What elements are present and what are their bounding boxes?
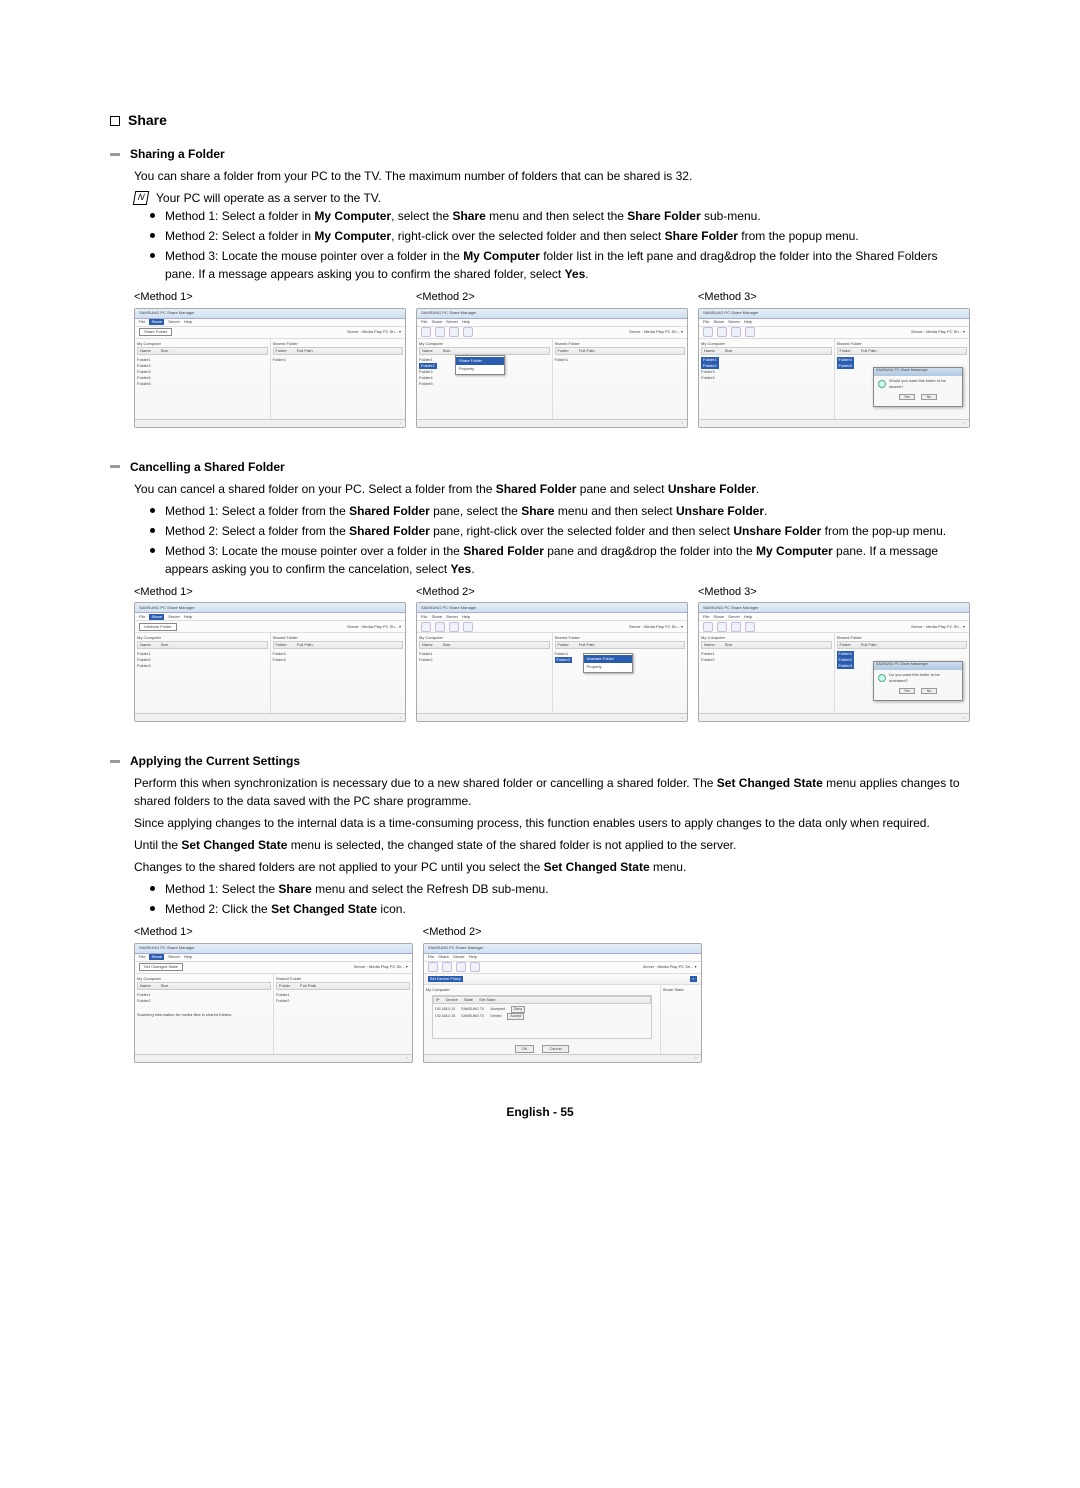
screenshot-share-m1: SAMSUNG PC Share Manager File Share Serv… <box>134 308 406 428</box>
note-icon: N <box>133 191 149 205</box>
label-method2: <Method 2> <box>423 924 702 941</box>
subhead-apply-text: Applying the Current Settings <box>130 752 300 770</box>
apply-p2: Since applying changes to the internal d… <box>134 814 970 832</box>
bullet-icon <box>150 886 155 891</box>
context-menu-share: Share Folder Property <box>455 355 505 375</box>
label-method2: <Method 2> <box>416 584 688 601</box>
screenshot-cancel-m2: SAMSUNG PC Share Manager File Share Serv… <box>416 602 688 722</box>
deny-button[interactable]: Deny <box>511 1006 525 1013</box>
apply-method1: Method 1: Select the Share menu and sele… <box>150 880 970 898</box>
no-button[interactable]: No <box>921 688 937 694</box>
bullet-icon <box>150 508 155 513</box>
apply-p1: Perform this when synchronization is nec… <box>134 774 970 810</box>
sharing-note-text: Your PC will operate as a server to the … <box>156 189 381 207</box>
square-bullet-icon <box>110 116 120 126</box>
subhead-cancel: Cancelling a Shared Folder <box>110 458 970 476</box>
cancel-button[interactable]: Cancel <box>542 1045 568 1053</box>
bullet-icon <box>150 253 155 258</box>
label-method3: <Method 3> <box>698 289 970 306</box>
label-method1: <Method 1> <box>134 584 406 601</box>
page-footer: English - 55 <box>110 1103 970 1121</box>
bar-icon <box>110 760 120 763</box>
bullet-icon <box>150 528 155 533</box>
accept-button[interactable]: Accept <box>507 1013 524 1020</box>
ok-button[interactable]: OK <box>515 1045 535 1053</box>
section-title: Share <box>128 110 167 131</box>
cancel-method1: Method 1: Select a folder from the Share… <box>150 502 970 520</box>
screenshot-share-m2: SAMSUNG PC Share Manager File Share Serv… <box>416 308 688 428</box>
cancel-intro: You can cancel a shared folder on your P… <box>134 480 970 498</box>
section-share: Share <box>110 110 970 131</box>
yes-button[interactable]: Yes <box>899 394 915 400</box>
label-method2: <Method 2> <box>416 289 688 306</box>
screenshot-cancel-m1: SAMSUNG PC Share Manager File Share Serv… <box>134 602 406 722</box>
label-method3: <Method 3> <box>698 584 970 601</box>
sharing-method2: Method 2: Select a folder in My Computer… <box>150 227 970 245</box>
sharing-screenshots: <Method 1> SAMSUNG PC Share Manager File… <box>134 289 970 428</box>
context-menu-unshare: Unshare Folder Property <box>583 653 633 673</box>
subhead-sharing-text: Sharing a Folder <box>130 145 225 163</box>
screenshot-share-m3: SAMSUNG PC Share Manager File Share Serv… <box>698 308 970 428</box>
screenshot-apply-m1: SAMSUNG PC Share Manager File Share Serv… <box>134 943 413 1063</box>
confirm-share-dialog: SAMSUNG PC Share Messenger Would you wan… <box>873 367 963 407</box>
bullet-icon <box>150 233 155 238</box>
apply-screenshots: <Method 1> SAMSUNG PC Share Manager File… <box>134 924 702 1063</box>
apply-p3: Until the Set Changed State menu is sele… <box>134 836 970 854</box>
device-table: IP Device State Set State 192.168.0.10 S… <box>432 995 652 1039</box>
yes-button[interactable]: Yes <box>899 688 915 694</box>
label-method1: <Method 1> <box>134 289 406 306</box>
bar-icon <box>110 153 120 156</box>
bullet-icon <box>150 548 155 553</box>
no-button[interactable]: No <box>921 394 937 400</box>
apply-method2: Method 2: Click the Set Changed State ic… <box>150 900 970 918</box>
sharing-method1: Method 1: Select a folder in My Computer… <box>150 207 970 225</box>
apply-p4: Changes to the shared folders are not ap… <box>134 858 970 876</box>
question-icon <box>878 380 886 388</box>
screenshot-cancel-m3: SAMSUNG PC Share Manager File Share Serv… <box>698 602 970 722</box>
sharing-note: N Your PC will operate as a server to th… <box>134 189 970 207</box>
subhead-cancel-text: Cancelling a Shared Folder <box>130 458 285 476</box>
cancel-method2: Method 2: Select a folder from the Share… <box>150 522 970 540</box>
sharing-intro: You can share a folder from your PC to t… <box>134 167 970 185</box>
label-method1: <Method 1> <box>134 924 413 941</box>
bullet-icon <box>150 213 155 218</box>
bullet-icon <box>150 906 155 911</box>
subhead-sharing: Sharing a Folder <box>110 145 970 163</box>
sharing-method3: Method 3: Locate the mouse pointer over … <box>150 247 970 283</box>
cancel-screenshots: <Method 1> SAMSUNG PC Share Manager File… <box>134 584 970 723</box>
question-icon <box>878 674 886 682</box>
screenshot-apply-m2: SAMSUNG PC Share Manager File Share Serv… <box>423 943 702 1063</box>
cancel-method3: Method 3: Locate the mouse pointer over … <box>150 542 970 578</box>
confirm-unshare-dialog: SAMSUNG PC Share Messenger Do you want t… <box>873 661 963 701</box>
subhead-apply: Applying the Current Settings <box>110 752 970 770</box>
bar-icon <box>110 465 120 468</box>
